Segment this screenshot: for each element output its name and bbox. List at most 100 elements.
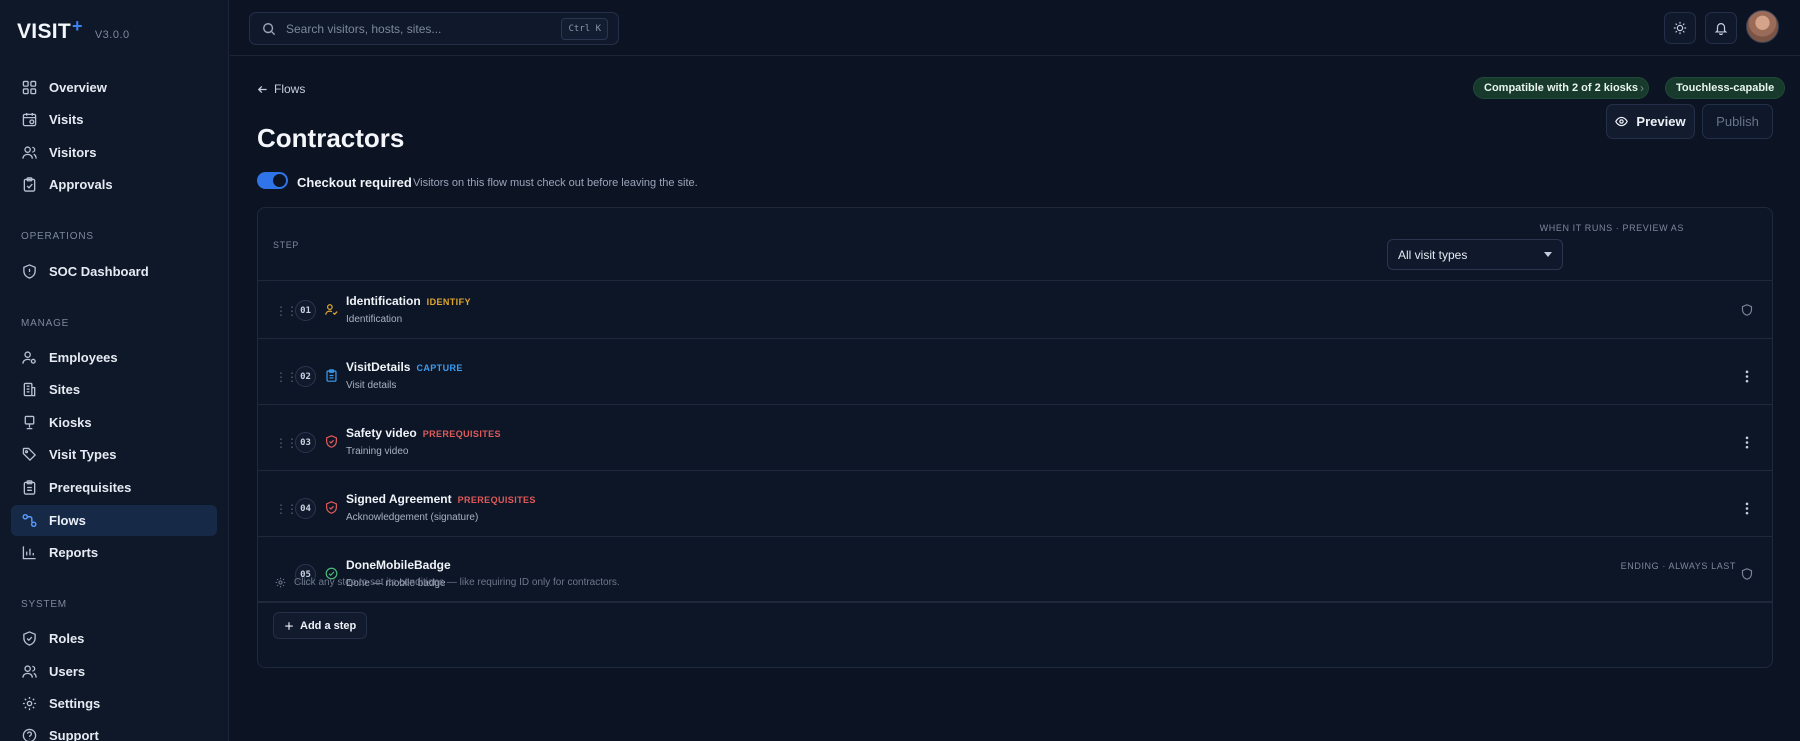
sidebar-item-label: Visit Types <box>49 447 117 462</box>
step-subtitle: Acknowledgement (signature) <box>346 512 479 523</box>
checkout-required-toggle[interactable] <box>257 172 288 189</box>
step-row[interactable]: ⋮⋮ 04 Signed Agreement PREREQUISITES Ackn… <box>258 480 1772 537</box>
touchless-pill[interactable]: Touchless-capable <box>1665 77 1786 99</box>
preview-as-value: All visit types <box>1398 247 1468 262</box>
clipboard-icon <box>324 368 338 382</box>
search-input[interactable] <box>286 21 566 36</box>
sidebar-item-kiosks[interactable]: Kiosks <box>11 407 217 438</box>
sidebar-item-label: Users <box>49 664 86 679</box>
step-row[interactable]: 05 DoneMobileBadge Done — mobile badge E… <box>258 546 1772 603</box>
sidebar-item-visit-types[interactable]: Visit Types <box>11 439 217 470</box>
drag-handle-icon[interactable]: ⋮⋮ <box>275 436 298 450</box>
preview-as-select[interactable]: All visit types <box>1387 239 1563 270</box>
drag-handle-icon[interactable]: ⋮⋮ <box>275 370 298 384</box>
sidebar-item-label: Support <box>49 728 99 741</box>
notifications-button[interactable] <box>1705 12 1737 44</box>
caret-down-icon <box>1544 252 1552 257</box>
step-type-tag: IDENTIFY <box>426 297 471 307</box>
sidebar-item-label: Employees <box>49 350 118 365</box>
plus-icon <box>284 621 294 631</box>
sidebar-item-roles[interactable]: Roles <box>11 623 217 654</box>
step-type-tag: CAPTURE <box>416 363 463 373</box>
sidebar-item-reports[interactable]: Reports <box>11 537 217 568</box>
drag-handle-icon[interactable]: ⋮⋮ <box>275 502 298 516</box>
step-number: 03 <box>295 432 316 453</box>
shield-check-icon <box>324 434 338 448</box>
brand[interactable]: VISIT+ V3.0.0 <box>17 16 130 44</box>
preview-label: Preview <box>1636 114 1686 129</box>
sidebar-item-employees[interactable]: Employees <box>11 342 217 373</box>
steps-hint: Click any step to set its conditions — l… <box>275 577 620 588</box>
kebab-menu-icon[interactable] <box>1739 368 1755 384</box>
users-icon <box>21 664 37 680</box>
sidebar-item-label: Prerequisites <box>49 480 132 495</box>
kebab-menu-icon[interactable] <box>1739 500 1755 516</box>
theme-toggle-button[interactable] <box>1664 12 1696 44</box>
step-subtitle: Visit details <box>346 380 397 391</box>
sidebar-item-prerequisites[interactable]: Prerequisites <box>11 472 217 503</box>
sidebar-item-label: Roles <box>49 631 85 646</box>
sidebar-item-label: SOC Dashboard <box>49 264 149 279</box>
sidebar-item-soc-dashboard[interactable]: SOC Dashboard <box>11 256 217 287</box>
breadcrumb[interactable]: Flows <box>257 82 305 96</box>
kiosk-icon <box>21 415 37 431</box>
sidebar-item-overview[interactable]: Overview <box>11 72 217 103</box>
shield-icon <box>21 264 37 280</box>
step-name: Identification IDENTIFY <box>346 294 471 308</box>
kebab-menu-icon[interactable] <box>1739 434 1755 450</box>
shield-check-icon <box>21 631 37 647</box>
step-name: Signed Agreement PREREQUISITES <box>346 492 536 506</box>
steps-card-footer: Add a step <box>258 601 1772 667</box>
preview-button[interactable]: Preview <box>1606 104 1695 139</box>
add-step-label: Add a step <box>300 619 357 632</box>
calendar-icon <box>21 112 37 128</box>
breadcrumb-flows: Flows <box>274 82 306 96</box>
step-subtitle: Identification <box>346 314 403 325</box>
step-number: 02 <box>295 366 316 387</box>
sidebar-item-support[interactable]: Support <box>11 720 217 741</box>
sidebar-item-label: Overview <box>49 80 107 95</box>
kiosk-compat-pill[interactable]: Compatible with 2 of 2 kiosks <box>1473 77 1650 99</box>
step-name: Safety video PREREQUISITES <box>346 426 501 440</box>
shield-icon <box>1739 302 1755 318</box>
building-icon <box>21 382 37 398</box>
nav-section-operations: OPERATIONS <box>21 231 94 242</box>
add-step-button[interactable]: Add a step <box>273 612 368 639</box>
publish-button[interactable]: Publish <box>1702 104 1773 139</box>
search-icon <box>262 22 276 36</box>
drag-handle-icon[interactable]: ⋮⋮ <box>275 304 298 318</box>
step-row[interactable]: ⋮⋮ 01 Identification IDENTIFY Identificat… <box>258 282 1772 339</box>
tag-icon <box>21 447 37 463</box>
sidebar-item-sites[interactable]: Sites <box>11 374 217 405</box>
shield-icon <box>1739 566 1755 582</box>
sidebar-item-label: Sites <box>49 382 81 397</box>
sidebar-item-visits[interactable]: Visits <box>11 104 217 135</box>
steps-card: STEP WHEN IT RUNS · PREVIEW AS All visit… <box>257 207 1773 668</box>
sidebar-item-approvals[interactable]: Approvals <box>11 169 217 200</box>
shield-check-icon <box>324 500 338 514</box>
sidebar-item-label: Kiosks <box>49 415 92 430</box>
sidebar-item-flows[interactable]: Flows <box>11 505 217 536</box>
search-shortcut: Ctrl K <box>561 18 608 40</box>
sun-icon <box>1673 21 1687 35</box>
avatar[interactable] <box>1746 10 1779 43</box>
topbar: Ctrl K <box>230 0 1800 56</box>
sidebar: VISIT+ V3.0.0 Overview Visits Visitors A… <box>0 0 229 741</box>
sidebar-item-users[interactable]: Users <box>11 656 217 687</box>
sidebar-item-visitors[interactable]: Visitors <box>11 137 217 168</box>
bell-icon <box>1714 21 1728 35</box>
grid-icon <box>21 80 37 96</box>
chevron-right-icon: › <box>1640 81 1644 95</box>
step-name: DoneMobileBadge <box>346 558 451 572</box>
step-row[interactable]: ⋮⋮ 02 VisitDetails CAPTURE Visit details <box>258 348 1772 405</box>
step-row[interactable]: ⋮⋮ 03 Safety video PREREQUISITES Training… <box>258 414 1772 471</box>
sidebar-item-settings[interactable]: Settings <box>11 688 217 719</box>
app-version: V3.0.0 <box>94 29 130 41</box>
nav-section-system: SYSTEM <box>21 599 67 610</box>
ending-label: ENDING · ALWAYS LAST <box>1620 561 1736 571</box>
eye-icon <box>1615 115 1629 128</box>
when-it-runs-label: WHEN IT RUNS · PREVIEW AS <box>1539 223 1684 233</box>
search-box[interactable]: Ctrl K <box>249 12 619 45</box>
checkout-required-description: Visitors on this flow must check out bef… <box>413 177 698 189</box>
sidebar-item-label: Flows <box>49 513 86 528</box>
